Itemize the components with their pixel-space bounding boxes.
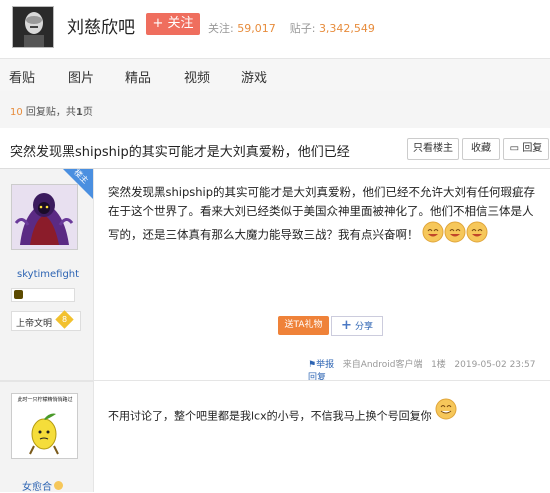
post-reply-link[interactable]: 回复: [308, 373, 326, 383]
follow-count: 59,017: [237, 22, 276, 35]
send-gift-button[interactable]: 送TA礼物: [278, 316, 329, 335]
favorite-button[interactable]: 收藏: [462, 138, 500, 160]
username[interactable]: skytimefight: [17, 269, 79, 280]
tab-games[interactable]: 游戏: [241, 67, 267, 86]
reply-button-label: 回复: [522, 143, 543, 154]
post-content: 不用讨论了，整个吧里都是我lcx的小号，不信我马上换个号回复你: [108, 398, 457, 429]
avatar[interactable]: [11, 184, 78, 250]
floor-number: 1楼: [431, 360, 446, 370]
forum-name[interactable]: 刘慈欣吧: [67, 13, 135, 38]
source-label: 来自Android客户端: [342, 360, 423, 370]
forum-stats: 关注: 59,017 贴子: 3,342,549: [208, 20, 375, 36]
reply-count: 10: [10, 107, 23, 118]
follow-button[interactable]: + 关注: [146, 13, 200, 35]
forum-avatar[interactable]: [12, 6, 54, 48]
tab-posts[interactable]: 看贴: [9, 67, 35, 86]
share-label: 分享: [354, 322, 373, 332]
page-count: 1: [75, 107, 83, 118]
post-timestamp: 2019-05-02 23:57: [454, 360, 536, 370]
report-link[interactable]: ⚑举报: [308, 360, 334, 370]
smile-emoji-icon: [444, 221, 466, 249]
forum-nav: 看贴 图片 精品 视频 游戏: [0, 58, 550, 92]
reply-label: 回复贴，共: [25, 107, 76, 118]
level-name: 上帝文明: [16, 319, 53, 329]
page-label: 页: [82, 107, 93, 118]
post-count-label: 贴子:: [289, 22, 316, 35]
tab-images[interactable]: 图片: [68, 67, 94, 86]
op-only-button[interactable]: 只看楼主: [407, 138, 459, 160]
plus-icon: +: [341, 318, 352, 333]
tab-videos[interactable]: 视频: [184, 67, 210, 86]
tab-featured[interactable]: 精品: [125, 67, 151, 86]
reply-icon: ▭: [509, 143, 520, 154]
post-text: 不用讨论了，整个吧里都是我lcx的小号，不信我马上换个号回复你: [108, 409, 432, 423]
flag-icon: ⚑: [308, 360, 317, 370]
badge-icon: [14, 290, 23, 299]
avatar-caption: 此时一只柠檬精悄悄路过: [17, 397, 73, 403]
follow-count-label: 关注:: [208, 22, 234, 35]
share-button[interactable]: + 分享: [331, 316, 383, 336]
smile-emoji-icon: [466, 221, 488, 249]
reply-summary: 10 回复贴，共1页: [10, 103, 93, 118]
grin-emoji-icon: [435, 398, 457, 423]
reply-button[interactable]: ▭ 回复: [503, 138, 549, 160]
thread-title: 突然发现黑shipship的其实可能才是大刘真爱粉，他们已经: [10, 145, 350, 160]
post-count: 3,342,549: [318, 22, 375, 35]
user-status-icon: [54, 481, 63, 490]
level-number: 8: [61, 315, 68, 324]
smile-emoji-icon: [422, 221, 444, 249]
post-content: 突然发现黑shipship的其实可能才是大刘真爱粉，他们已经不允许大刘有任何瑕疵…: [108, 183, 543, 249]
